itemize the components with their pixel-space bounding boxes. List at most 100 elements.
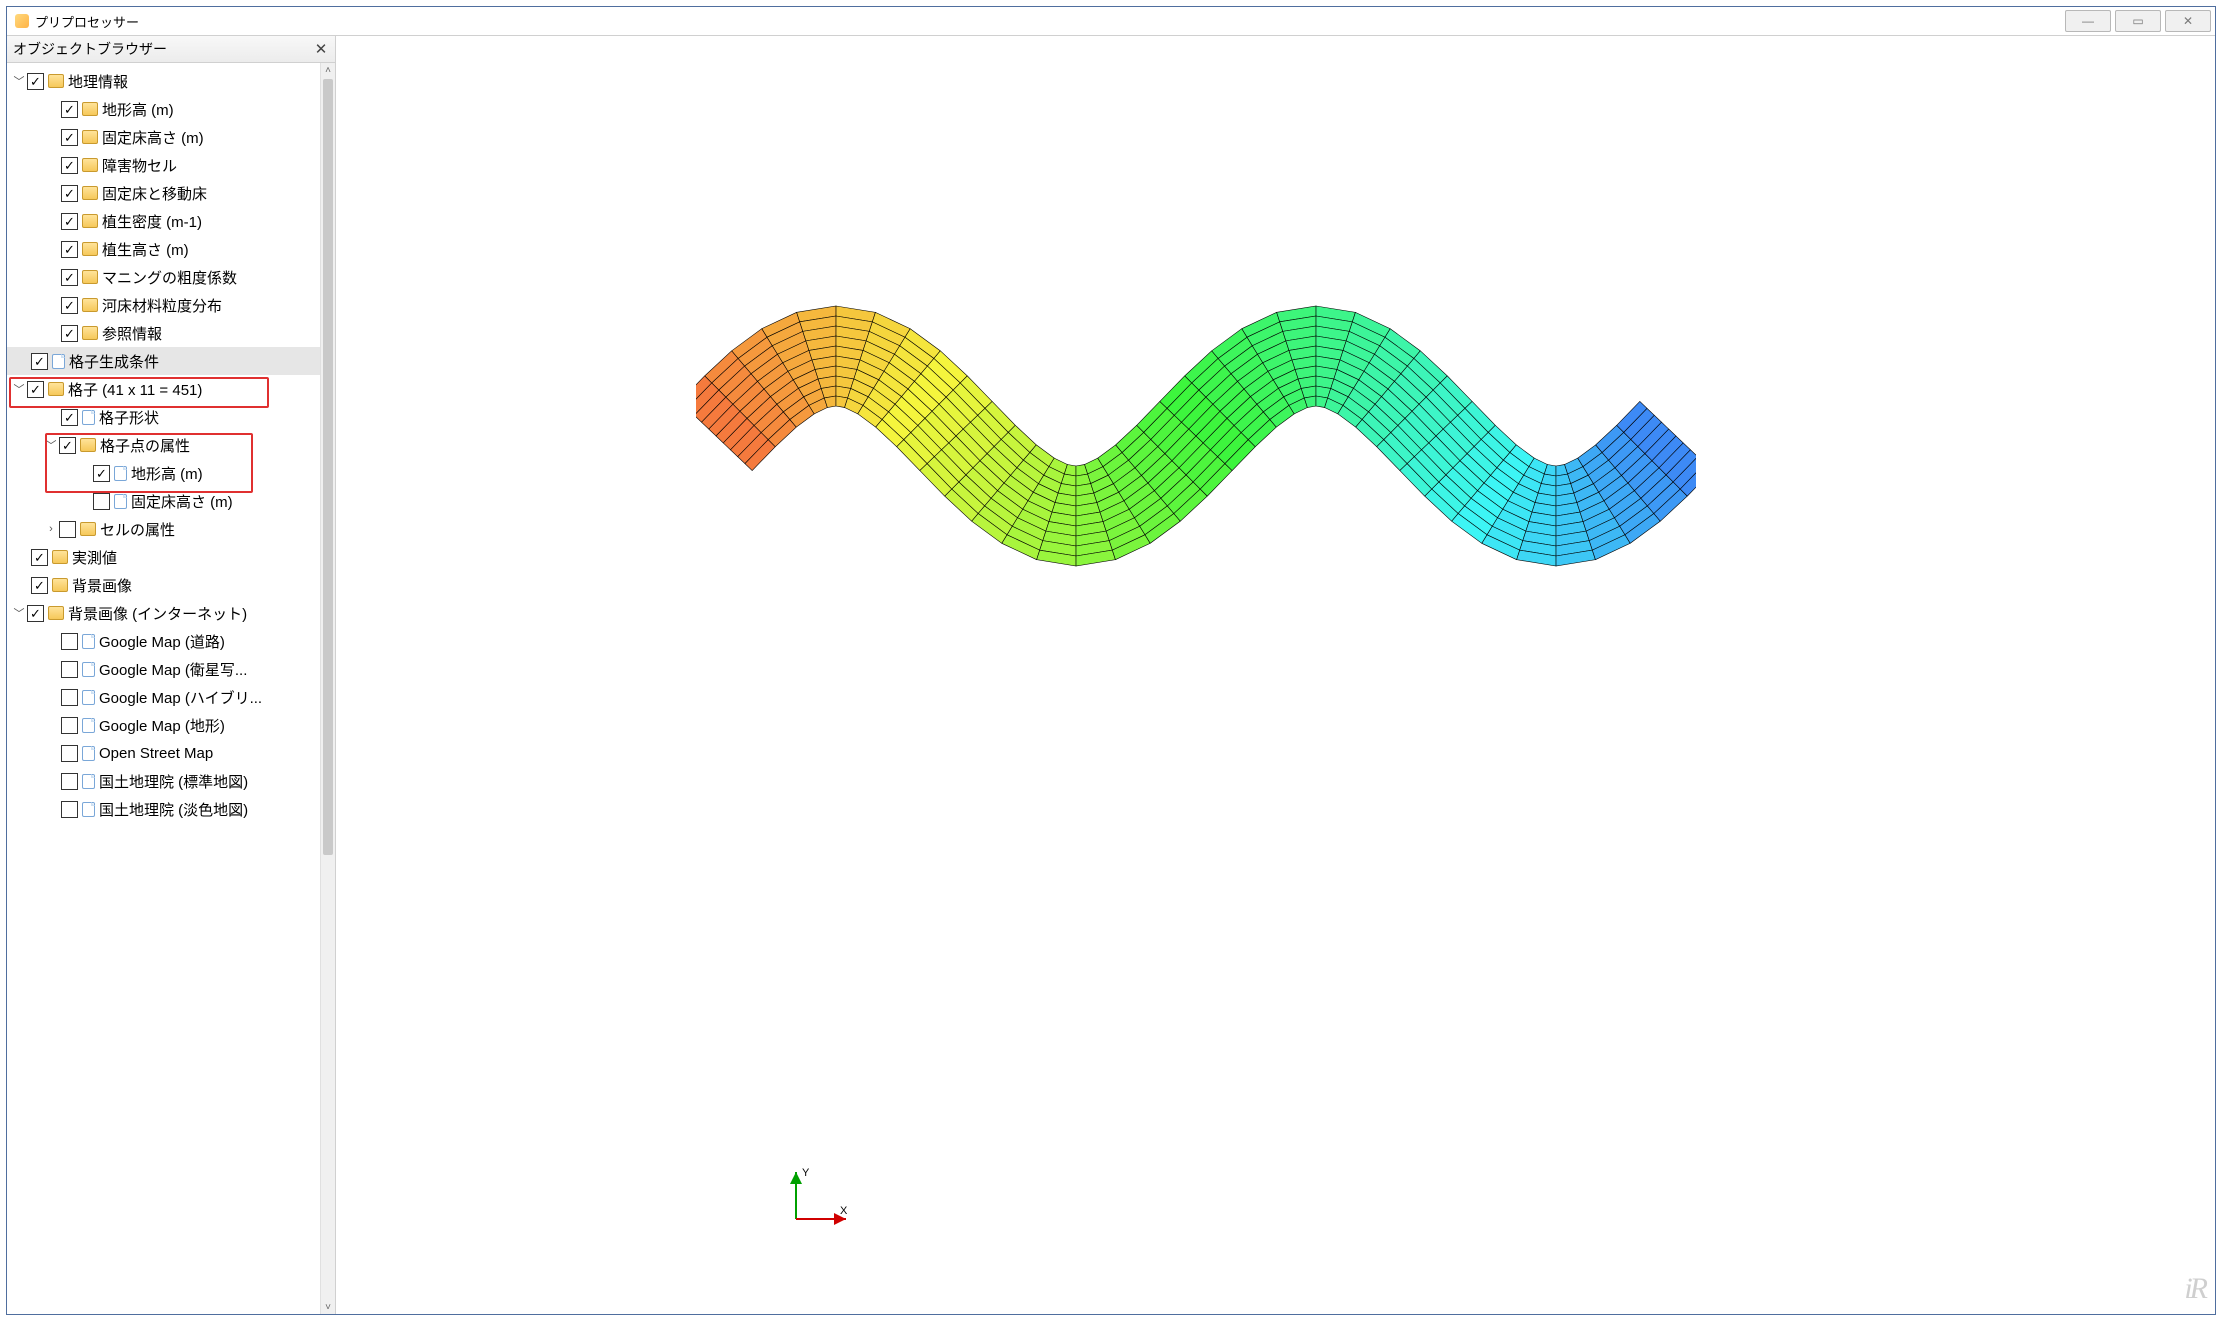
axis-triad: Y X (776, 1164, 856, 1234)
tree-item-gmap-sat[interactable]: Google Map (衛星写... (7, 655, 321, 683)
tree-item-gsi-std[interactable]: 国土地理院 (標準地図) (7, 767, 321, 795)
checkbox[interactable] (59, 521, 76, 538)
tree-item-manning[interactable]: マニングの粗度係数 (7, 263, 321, 291)
tree-label: マニングの粗度係数 (102, 267, 237, 288)
tree-item-veg-density[interactable]: 植生密度 (m-1) (7, 207, 321, 235)
file-icon (82, 802, 95, 817)
checkbox[interactable] (61, 241, 78, 258)
checkbox[interactable] (93, 493, 110, 510)
checkbox[interactable] (61, 661, 78, 678)
scroll-up-icon[interactable]: ˄ (321, 63, 335, 77)
pane-close-icon[interactable]: ✕ (313, 41, 329, 57)
tree-item-elevation[interactable]: 地形高 (m) (7, 95, 321, 123)
tree-item-fixedbed-height[interactable]: 固定床高さ (m) (7, 123, 321, 151)
tree-label: 参照情報 (102, 323, 162, 344)
tree-item-gmap-road[interactable]: Google Map (道路) (7, 627, 321, 655)
tree-item-gp-fixedbed[interactable]: 固定床高さ (m) (7, 487, 321, 515)
folder-icon (48, 74, 64, 88)
caret-down-icon[interactable]: ﹀ (11, 381, 27, 397)
checkbox[interactable] (61, 157, 78, 174)
checkbox[interactable] (93, 465, 110, 482)
checkbox[interactable] (61, 213, 78, 230)
file-icon (82, 410, 95, 425)
folder-icon (48, 382, 64, 396)
tree-item-geographic[interactable]: ﹀ 地理情報 (7, 67, 321, 95)
tree-item-obstacle[interactable]: 障害物セル (7, 151, 321, 179)
checkbox[interactable] (61, 129, 78, 146)
tree-label: 国土地理院 (標準地図) (99, 771, 248, 792)
tree-item-grid-cond[interactable]: 格子生成条件 (7, 347, 321, 375)
tree-item-bgimg[interactable]: 背景画像 (7, 571, 321, 599)
tree-item-grid-pt-attr[interactable]: ﹀ 格子点の属性 (7, 431, 321, 459)
checkbox[interactable] (27, 381, 44, 398)
checkbox[interactable] (61, 185, 78, 202)
checkbox[interactable] (61, 297, 78, 314)
tree-label: 植生高さ (m) (102, 239, 189, 260)
checkbox[interactable] (61, 773, 78, 790)
tree-label: 地形高 (m) (131, 463, 203, 484)
caret-right-icon[interactable]: › (43, 523, 59, 535)
checkbox[interactable] (61, 325, 78, 342)
checkbox[interactable] (61, 633, 78, 650)
caret-down-icon[interactable]: ﹀ (43, 437, 59, 453)
tree-item-cell-attr[interactable]: ›セルの属性 (7, 515, 321, 543)
tree-label: 格子 (41 x 11 = 451) (68, 379, 202, 400)
folder-icon (82, 130, 98, 144)
file-icon (114, 494, 127, 509)
checkbox[interactable] (61, 745, 78, 762)
checkbox[interactable] (27, 73, 44, 90)
checkbox[interactable] (61, 801, 78, 818)
close-button[interactable]: ✕ (2165, 10, 2211, 32)
tree-item-osm[interactable]: Open Street Map (7, 739, 321, 767)
checkbox[interactable] (61, 689, 78, 706)
checkbox[interactable] (59, 437, 76, 454)
tree-item-refinfo[interactable]: 参照情報 (7, 319, 321, 347)
folder-icon (80, 522, 96, 536)
checkbox[interactable] (31, 577, 48, 594)
tree-label: 格子点の属性 (100, 435, 190, 456)
checkbox[interactable] (61, 409, 78, 426)
tree-label: 地理情報 (68, 71, 128, 92)
pane-header: オブジェクトブラウザー ✕ (7, 36, 335, 63)
folder-icon (52, 550, 68, 564)
tree-item-grid-shape[interactable]: 格子形状 (7, 403, 321, 431)
tree-item-gmap-hyb[interactable]: Google Map (ハイブリ... (7, 683, 321, 711)
tree-item-veg-height[interactable]: 植生高さ (m) (7, 235, 321, 263)
scroll-thumb[interactable] (323, 79, 333, 855)
scroll-down-icon[interactable]: ˅ (321, 1300, 335, 1314)
tree-item-fixed-moving[interactable]: 固定床と移動床 (7, 179, 321, 207)
axis-y-label: Y (802, 1167, 810, 1179)
tree-item-gsi-pale[interactable]: 国土地理院 (淡色地図) (7, 795, 321, 823)
tree-label: 実測値 (72, 547, 117, 568)
tree-item-measured[interactable]: 実測値 (7, 543, 321, 571)
grid-viewport[interactable]: Y X iR (336, 36, 2215, 1314)
tree-label: 背景画像 (インターネット) (68, 603, 247, 624)
tree-item-gp-elevation[interactable]: 地形高 (m) (7, 459, 321, 487)
checkbox[interactable] (61, 101, 78, 118)
tree-item-grain[interactable]: 河床材料粒度分布 (7, 291, 321, 319)
tree-item-grid[interactable]: ﹀ 格子 (41 x 11 = 451) (7, 375, 321, 403)
checkbox[interactable] (61, 717, 78, 734)
app-icon (15, 14, 29, 28)
file-icon (52, 354, 65, 369)
file-icon (82, 718, 95, 733)
checkbox[interactable] (31, 353, 48, 370)
tree-label: 地形高 (m) (102, 99, 174, 120)
folder-icon (82, 270, 98, 284)
checkbox[interactable] (61, 269, 78, 286)
caret-down-icon[interactable]: ﹀ (11, 605, 27, 621)
tree-item-gmap-terr[interactable]: Google Map (地形) (7, 711, 321, 739)
maximize-button[interactable]: ▭ (2115, 10, 2161, 32)
axis-x-label: X (840, 1205, 848, 1217)
tree-label: 格子形状 (99, 407, 159, 428)
checkbox[interactable] (31, 549, 48, 566)
grid-mesh (696, 296, 1696, 576)
minimize-button[interactable]: — (2065, 10, 2111, 32)
checkbox[interactable] (27, 605, 44, 622)
vertical-scrollbar[interactable]: ˄ ˅ (320, 63, 335, 1314)
folder-icon (82, 298, 98, 312)
object-tree: ﹀ 地理情報 地形高 (m) 固定床高さ (m) 障害物セル 固定床と移動床 植生… (7, 63, 335, 1314)
tree-item-bgnet[interactable]: ﹀ 背景画像 (インターネット) (7, 599, 321, 627)
folder-icon (80, 438, 96, 452)
caret-down-icon[interactable]: ﹀ (11, 73, 27, 89)
